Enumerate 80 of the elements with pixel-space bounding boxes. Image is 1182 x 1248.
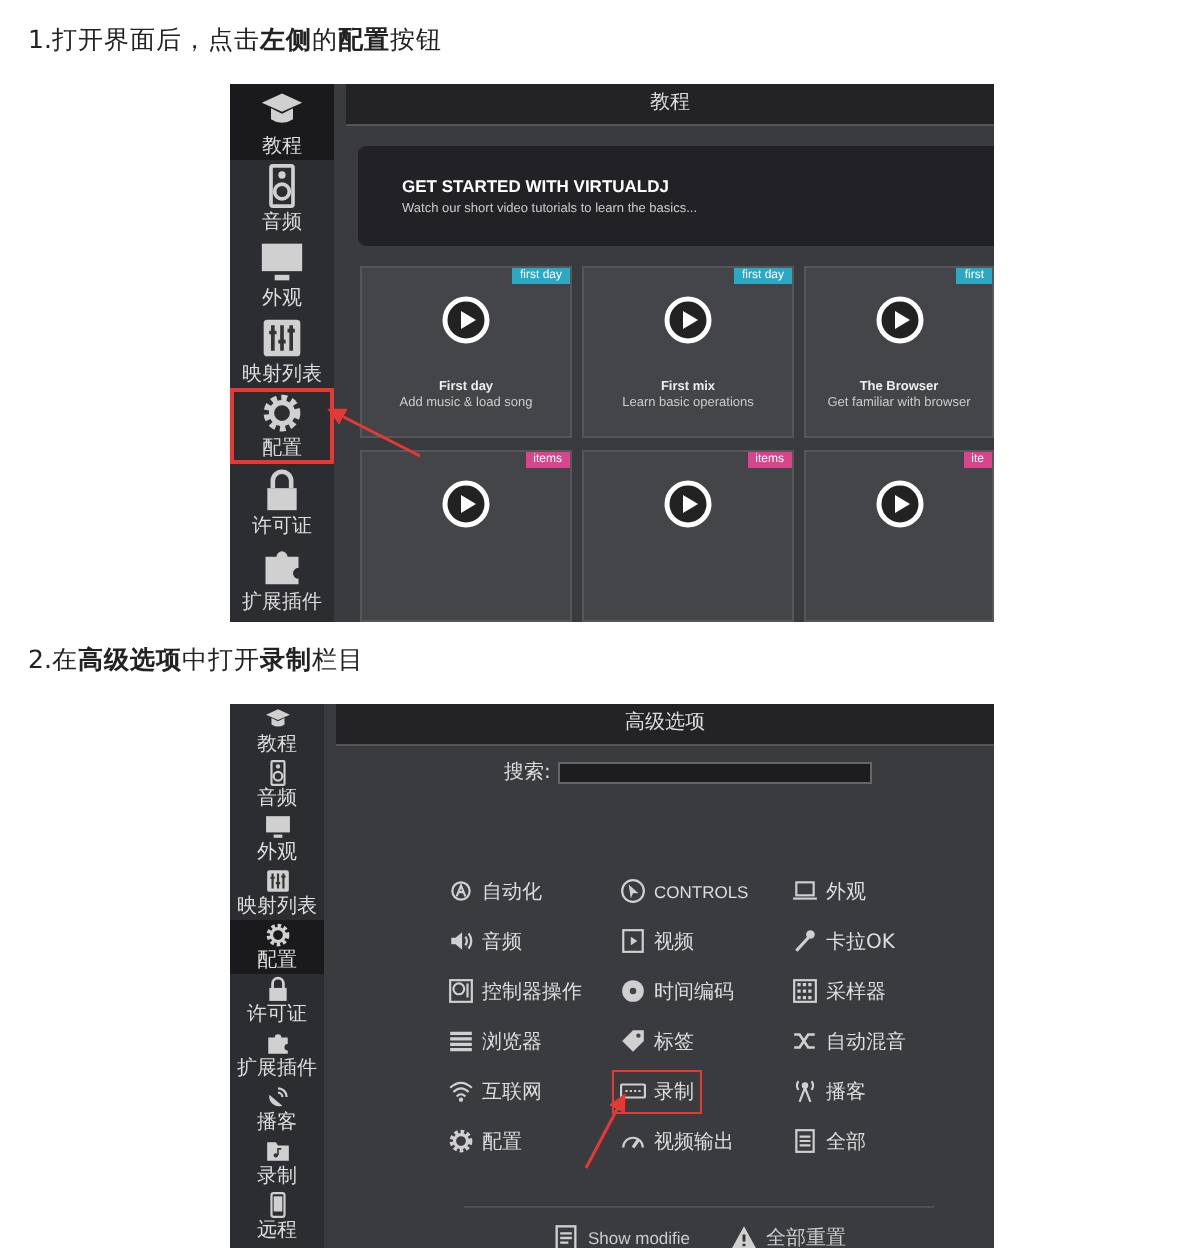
option-item[interactable]: 全部: [784, 1119, 874, 1163]
letter-a-circle-icon: [448, 878, 474, 904]
option-item[interactable]: 播客: [784, 1069, 874, 1113]
list-icon: [448, 1028, 474, 1054]
laptop-icon: [792, 878, 818, 904]
gear-icon: [448, 1128, 474, 1154]
document-icon: [792, 1128, 818, 1154]
film-icon: [620, 928, 646, 954]
banner-title: GET STARTED WITH VIRTUALDJ: [402, 176, 671, 196]
grid-icon: [792, 978, 818, 1004]
footer-button[interactable]: 全部重置: [730, 1224, 847, 1248]
wifi-icon: [448, 1078, 474, 1104]
option-item[interactable]: 视频输出: [612, 1119, 742, 1163]
sidebar-item[interactable]: 许可证: [230, 974, 324, 1028]
option-item[interactable]: 浏览器: [440, 1019, 550, 1063]
option-item[interactable]: 音频: [440, 919, 530, 963]
speaker-icon: [448, 928, 474, 954]
shuffle-icon: [792, 1028, 818, 1054]
option-item[interactable]: 控制器操作: [440, 969, 590, 1013]
cursor-icon: [620, 878, 646, 904]
footer-button[interactable]: Show modifie: [551, 1224, 691, 1248]
search-field[interactable]: [558, 761, 873, 783]
sliders-icon: [260, 315, 304, 359]
sidebar-item[interactable]: 配置: [230, 388, 334, 464]
play-icon: [875, 296, 923, 344]
satellite-dish-icon: [263, 1084, 291, 1110]
sidebar-item[interactable]: 播客: [230, 1082, 324, 1136]
sidebar-item[interactable]: 映射列表: [230, 312, 334, 388]
option-item[interactable]: 时间编码: [612, 969, 742, 1013]
arrow: [327, 408, 421, 458]
option-item[interactable]: 卡拉OK: [784, 919, 903, 963]
microphone-icon: [792, 928, 818, 954]
play-icon: [442, 480, 490, 528]
sidebar-item[interactable]: 扩展插件: [230, 1028, 324, 1082]
play-icon: [442, 296, 490, 344]
option-item[interactable]: 自动混音: [784, 1019, 914, 1063]
instruction-text: 1.打开界面后，点击左侧的配置按钮: [28, 22, 444, 58]
option-item[interactable]: 外观: [784, 869, 874, 913]
option-item[interactable]: 采样器: [784, 969, 894, 1013]
option-item[interactable]: 标签: [612, 1019, 702, 1063]
puzzle-icon: [263, 1030, 291, 1056]
music-folder-icon: [263, 1138, 291, 1164]
dots-box-icon: [620, 1078, 646, 1104]
document-icon: [551, 1224, 580, 1248]
gear-icon: [260, 392, 304, 434]
monitor-icon: [260, 239, 304, 283]
lock-icon: [263, 976, 291, 1002]
play-icon: [875, 480, 923, 528]
disc-icon: [620, 978, 646, 1004]
sidebar-item[interactable]: 远程: [230, 1190, 324, 1244]
option-item[interactable]: 配置: [440, 1119, 530, 1163]
sidebar-item[interactable]: 音频: [230, 758, 324, 812]
sidebar-item[interactable]: 音频: [230, 160, 334, 236]
antenna-icon: [792, 1078, 818, 1104]
sidebar-item[interactable]: 映射列表: [230, 866, 324, 920]
play-icon: [664, 296, 712, 344]
option-item[interactable]: 视频: [612, 919, 702, 963]
monitor-icon: [263, 814, 291, 840]
mortarboard-icon: [263, 706, 291, 732]
sidebar-item[interactable]: 外观: [230, 812, 324, 866]
search-label: 搜索:: [504, 759, 551, 786]
sidebar-item[interactable]: 教程: [230, 84, 334, 160]
sidebar-item[interactable]: 外观: [230, 236, 334, 312]
gear-icon: [263, 922, 291, 948]
sliders-icon: [263, 868, 291, 894]
option-item[interactable]: 录制: [612, 1069, 702, 1113]
sidebar-item[interactable]: 配置: [230, 920, 324, 974]
sidebar-item[interactable]: 许可证: [230, 464, 334, 540]
instruction-text: 2.在高级选项中打开录制栏目: [28, 642, 366, 678]
sidebar-item[interactable]: 录制: [230, 1136, 324, 1190]
sidebar-item[interactable]: 扩展插件: [230, 540, 334, 616]
option-item[interactable]: CONTROLS: [612, 869, 757, 913]
sidebar-item[interactable]: 教程: [230, 704, 324, 758]
option-item[interactable]: 互联网: [440, 1069, 550, 1113]
header-title: 教程: [346, 84, 994, 126]
play-icon: [664, 480, 712, 528]
header-title: 高级选项: [336, 704, 994, 746]
tag-icon: [620, 1028, 646, 1054]
arrow: [584, 1093, 626, 1169]
option-item[interactable]: 自动化: [440, 869, 550, 913]
